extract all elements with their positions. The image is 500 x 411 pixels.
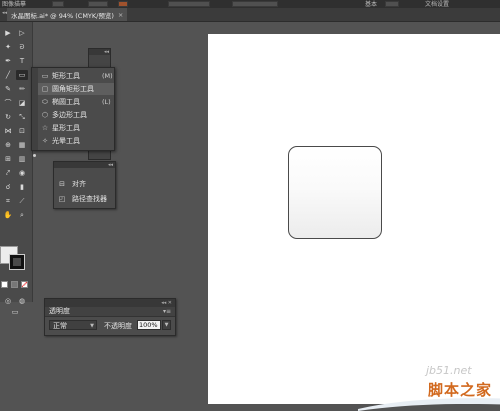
line-tool-icon[interactable]: ╱ (2, 70, 14, 80)
active-bullet-icon (33, 154, 36, 157)
control-bar-mid-label: 基本 (365, 1, 378, 8)
chevron-down-icon: ▼ (90, 323, 94, 329)
gradient-mode-swatch[interactable] (11, 281, 18, 288)
column-graph-tool-icon[interactable]: ▮ (16, 182, 28, 192)
panel-close-icon[interactable]: ◂◂ ✕ (45, 299, 175, 307)
flyout-item-shortcut: (M) (102, 72, 113, 80)
rectangle-tool-icon[interactable]: ▭ (16, 70, 28, 80)
control-bar-dropdown[interactable] (385, 1, 399, 7)
flyout-item-star[interactable]: ☆ 星形工具 (38, 122, 114, 134)
control-bar-field[interactable] (88, 1, 108, 7)
screen-mode-icon[interactable]: ▭ (6, 307, 24, 317)
artboard-tool-icon[interactable]: ⌗ (2, 196, 14, 206)
align-panel-label: 对齐 (72, 180, 86, 188)
flyout-item-label: 矩形工具 (52, 72, 80, 80)
flyout-item-flare[interactable]: ✧ 光晕工具 (38, 135, 114, 147)
close-icon[interactable]: × (118, 11, 123, 19)
shape-builder-tool-icon[interactable]: ⊕ (2, 140, 14, 150)
document-tab[interactable]: 水晶图标.ai* @ 94% (CMYK/预览) × (7, 8, 128, 21)
flyout-item-label: 多边形工具 (52, 111, 87, 119)
control-bar-label: 图像描摹 (2, 1, 27, 8)
stroke-swatch[interactable] (9, 254, 25, 270)
polygon-icon: ⬡ (41, 111, 49, 119)
transparency-tab-label: 透明度 (49, 307, 70, 315)
flare-icon: ✧ (42, 137, 48, 145)
flyout-item-label: 圆角矩形工具 (52, 85, 94, 93)
pathfinder-panel-label: 路径查找器 (72, 195, 107, 203)
flyout-item-shortcut: (L) (102, 98, 111, 106)
width-tool-icon[interactable]: ⋈ (2, 126, 14, 136)
mesh-tool-icon[interactable]: ⊞ (2, 154, 14, 164)
flyout-item-label: 椭圆工具 (52, 98, 80, 106)
lasso-tool-icon[interactable]: ᘐ (16, 42, 28, 52)
watermark-url: jb51.net (426, 364, 472, 377)
pathfinder-panel-button[interactable]: ◰ 路径查找器 (58, 194, 107, 204)
panel-collapse-icon[interactable]: ◂◂ (89, 49, 110, 55)
align-icon: ⊟ (59, 180, 65, 188)
direct-selection-tool-icon[interactable]: ▷ (16, 28, 28, 38)
perspective-grid-tool-icon[interactable]: ▦ (16, 140, 28, 150)
slice-tool-icon[interactable]: ⟋ (16, 196, 28, 206)
align-pathfinder-panel: ◂◂ ⊟ 对齐 ◰ 路径查找器 (53, 161, 116, 209)
control-bar-stroke-field[interactable] (168, 1, 210, 7)
flyout-item-label: 星形工具 (52, 124, 80, 132)
drawing-mode-alt-icon[interactable]: ◍ (16, 296, 28, 306)
flyout-item-rounded-rectangle[interactable]: ▢ 圆角矩形工具 (38, 83, 114, 95)
paintbrush-tool-icon[interactable]: ✎ (2, 84, 14, 94)
blend-tool-icon[interactable]: ◉ (16, 168, 28, 178)
magic-wand-tool-icon[interactable]: ✦ (2, 42, 14, 52)
watermark-logo: 脚本之家 (428, 381, 493, 399)
pencil-tool-icon[interactable]: ✏ (16, 84, 28, 94)
blob-brush-tool-icon[interactable]: ⌒ (2, 98, 14, 108)
document-setup-button[interactable]: 文档设置 (425, 0, 449, 8)
panel-collapse-icon[interactable]: ◂◂ (54, 162, 115, 168)
control-bar: 图像描摹 基本 文档设置 (0, 0, 500, 8)
ellipse-icon: ⬭ (42, 97, 48, 106)
eyedropper-tool-icon[interactable]: ⤤ (2, 168, 14, 178)
pathfinder-icon: ◰ (58, 195, 66, 203)
align-panel-button[interactable]: ⊟ 对齐 (58, 179, 86, 189)
opacity-label: 不透明度 (104, 322, 132, 330)
rectangle-icon: ▭ (41, 72, 49, 80)
blend-mode-select[interactable]: 正常 ▼ (49, 320, 97, 330)
control-bar-stroke-swatch[interactable] (118, 1, 128, 7)
control-bar-style-field[interactable] (232, 1, 278, 7)
document-tab-bar: ◂◂ 水晶图标.ai* @ 94% (CMYK/预览) × (0, 8, 500, 22)
panel-menu-icon[interactable]: ▾≡ (163, 307, 171, 316)
selection-tool-icon[interactable]: ▶ (2, 28, 14, 38)
star-icon: ☆ (41, 124, 49, 132)
zoom-tool-icon[interactable]: ⌕ (16, 210, 28, 220)
drawing-mode-icon[interactable]: ◎ (2, 296, 14, 306)
flyout-item-rectangle[interactable]: ▭ 矩形工具 (M) (38, 70, 114, 82)
flyout-item-polygon[interactable]: ⬡ 多边形工具 (38, 109, 114, 121)
control-bar-swatch[interactable] (52, 1, 64, 7)
type-tool-icon[interactable]: T (16, 56, 28, 66)
blend-mode-value: 正常 (53, 322, 67, 330)
flyout-item-label: 光晕工具 (52, 137, 80, 145)
pen-tool-icon[interactable]: ✒ (2, 56, 14, 66)
eraser-tool-icon[interactable]: ◪ (16, 98, 28, 108)
transparency-panel: ◂◂ ✕ 透明度 ▾≡ 正常 ▼ 不透明度 100% ▼ (44, 298, 176, 336)
opacity-input[interactable]: 100% (137, 320, 161, 330)
flyout-item-ellipse[interactable]: ⬭ 椭圆工具 (L) (38, 96, 114, 108)
rounded-rectangle-icon: ▢ (41, 85, 49, 93)
free-transform-tool-icon[interactable]: ⊡ (16, 126, 28, 136)
shape-tools-flyout: ▭ 矩形工具 (M) ▢ 圆角矩形工具 ⬭ 椭圆工具 (L) ⬡ 多边形工具 ☆… (31, 67, 115, 157)
color-mode-swatch[interactable] (1, 281, 8, 288)
scale-tool-icon[interactable]: ⤡ (16, 112, 28, 122)
rotate-tool-icon[interactable]: ↻ (2, 112, 14, 122)
tools-panel: ▶ ▷ ✦ ᘐ ✒ T ╱ ▭ ✎ ✏ ⌒ ◪ ↻ ⤡ ⋈ ⊡ ⊕ ▦ ⊞ ▥ … (0, 22, 33, 316)
opacity-dropdown-icon[interactable]: ▼ (162, 320, 171, 330)
document-tab-title: 水晶图标.ai* @ 94% (CMYK/预览) (11, 11, 114, 20)
rounded-rectangle-shape[interactable] (288, 146, 382, 239)
transparency-tab[interactable]: 透明度 ▾≡ (45, 307, 175, 317)
none-mode-swatch[interactable] (21, 281, 28, 288)
symbol-sprayer-tool-icon[interactable]: ☌ (2, 182, 14, 192)
gradient-tool-icon[interactable]: ▥ (16, 154, 28, 164)
hand-tool-icon[interactable]: ✋ (2, 210, 14, 220)
